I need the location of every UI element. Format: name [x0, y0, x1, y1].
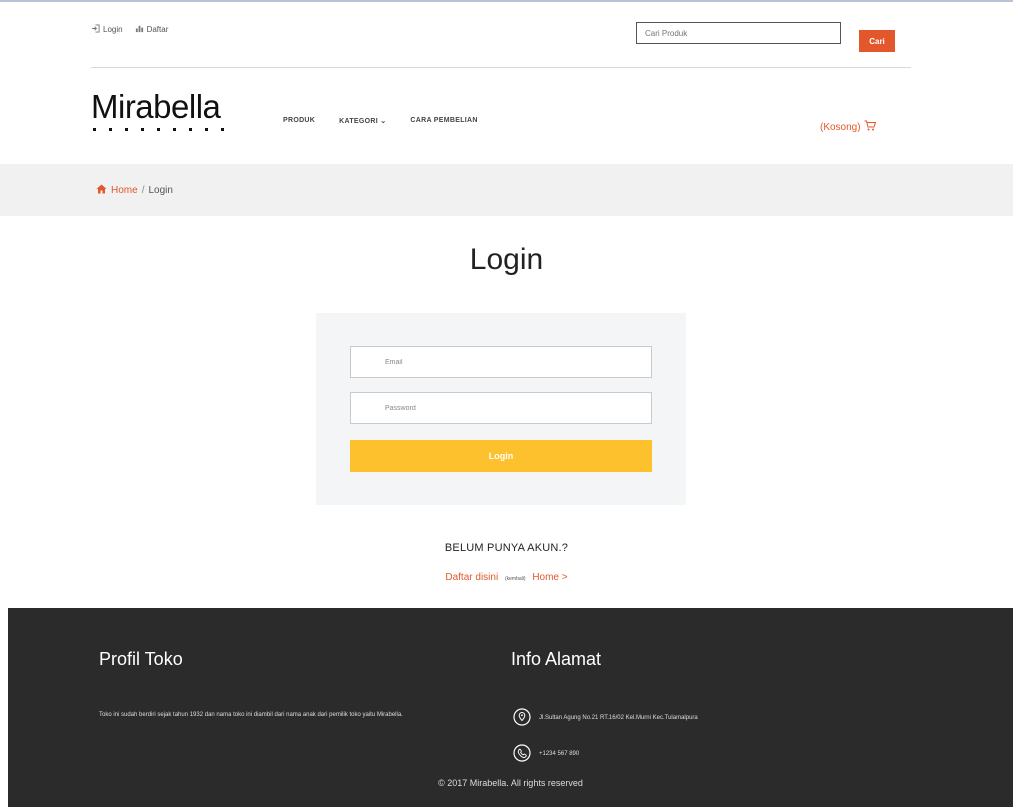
- login-link[interactable]: Login: [91, 24, 123, 35]
- main-nav: PRODUK KATEGORI ⌄ CARA PEMBELIAN: [283, 117, 478, 125]
- logo[interactable]: Mirabella: [91, 90, 251, 140]
- register-question: BELUM PUNYA AKUN.?: [444, 542, 569, 554]
- location-pin-icon: [513, 708, 531, 728]
- footer-address-text: Jl.Sultan Agung No.21 RT.16/02 Kel.Murni…: [539, 715, 698, 721]
- breadcrumb: Home / Login: [96, 184, 173, 197]
- breadcrumb-separator: /: [141, 185, 145, 196]
- nav-item-produk[interactable]: PRODUK: [283, 117, 315, 125]
- breadcrumb-bar: Home / Login: [0, 164, 1013, 216]
- copyright: © 2017 Mirabella. All rights reserved: [438, 778, 583, 788]
- home-icon: [96, 184, 107, 197]
- top-bar: Login Daftar Cari: [91, 20, 911, 60]
- login-icon: [91, 24, 100, 35]
- cart-icon: [864, 120, 876, 134]
- nav-item-kategori-label: KATEGORI: [339, 118, 378, 125]
- login-form: Login: [316, 313, 686, 505]
- search-button[interactable]: Cari: [859, 30, 895, 52]
- register-links: Daftar disini (kembali) Home >: [0, 572, 1013, 583]
- footer-profile-text: Toko ini sudah berdiri sejak tahun 1932 …: [99, 712, 403, 718]
- top-border: [0, 0, 1013, 2]
- phone-icon: [513, 744, 531, 764]
- footer: Profil Toko Info Alamat Toko ini sudah b…: [8, 608, 1013, 807]
- footer-address-title: Info Alamat: [511, 649, 602, 669]
- chart-bars-icon: [135, 24, 144, 35]
- password-field[interactable]: [350, 392, 652, 424]
- footer-address-row: Jl.Sultan Agung No.21 RT.16/02 Kel.Murni…: [513, 708, 698, 728]
- page-title: Login: [469, 243, 544, 276]
- footer-phone-text: +1234 567 890: [539, 751, 580, 757]
- email-field[interactable]: [350, 346, 652, 378]
- cart-label: (Kosong): [820, 121, 861, 133]
- header-divider: [91, 67, 911, 68]
- footer-phone-row: +1234 567 890: [513, 744, 579, 764]
- breadcrumb-current: Login: [148, 185, 173, 196]
- cart-link[interactable]: (Kosong): [820, 120, 876, 134]
- login-button[interactable]: Login: [350, 440, 652, 472]
- account-links: Login Daftar: [91, 24, 168, 35]
- register-here-link[interactable]: Daftar disini: [445, 572, 498, 583]
- chevron-down-icon: ⌄: [380, 118, 387, 125]
- nav-item-cara-pembelian[interactable]: CARA PEMBELIAN: [410, 117, 477, 125]
- or-text: (kembali): [504, 576, 526, 582]
- nav-item-kategori[interactable]: KATEGORI ⌄: [339, 117, 386, 125]
- register-link-label: Daftar: [146, 25, 169, 34]
- breadcrumb-home[interactable]: Home: [111, 185, 138, 196]
- home-link[interactable]: Home >: [532, 572, 567, 583]
- footer-profile-title: Profil Toko: [99, 649, 183, 669]
- register-link[interactable]: Daftar: [135, 24, 169, 35]
- logo-tagline-dots: [93, 128, 224, 131]
- search-input[interactable]: [636, 22, 841, 44]
- login-link-label: Login: [103, 25, 123, 34]
- logo-text: Mirabella: [91, 88, 221, 125]
